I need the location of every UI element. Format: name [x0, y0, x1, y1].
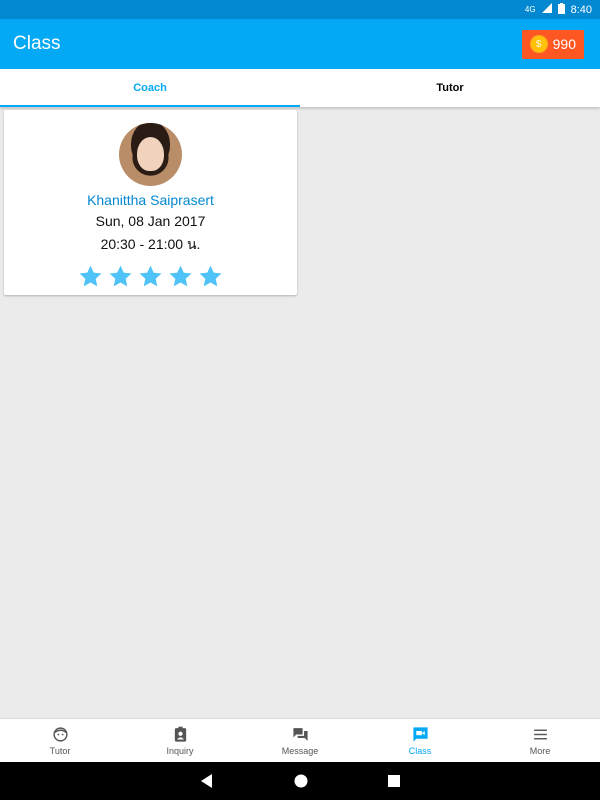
home-icon[interactable]	[294, 774, 308, 788]
nav-class[interactable]: Class	[360, 719, 480, 762]
coin-count: 990	[552, 36, 576, 52]
app-bar: Class $ 990	[0, 19, 600, 69]
back-icon[interactable]	[200, 774, 214, 788]
bottom-nav: Tutor Inquiry Message Class More	[0, 718, 600, 762]
contact-icon	[172, 726, 189, 743]
class-list: Khanittha Saiprasert Sun, 08 Jan 2017 20…	[0, 107, 600, 718]
tutor-name[interactable]: Khanittha Saiprasert	[87, 192, 214, 208]
video-icon	[412, 726, 429, 743]
nav-inquiry-label: Inquiry	[166, 745, 194, 756]
signal-icon	[541, 3, 552, 16]
star-icon	[108, 264, 133, 289]
battery-icon	[557, 2, 565, 17]
star-icon	[168, 264, 193, 289]
menu-icon	[532, 726, 549, 743]
coin-balance-button[interactable]: $ 990	[521, 29, 584, 59]
star-icon	[78, 264, 103, 289]
nav-more-label: More	[529, 745, 551, 756]
nav-inquiry[interactable]: Inquiry	[120, 719, 240, 762]
clock: 8:40	[570, 3, 592, 16]
page-title: Class	[13, 33, 61, 54]
nav-tutor[interactable]: Tutor	[0, 719, 120, 762]
class-time: 20:30 - 21:00 น.	[100, 236, 201, 252]
recents-icon[interactable]	[388, 775, 400, 787]
nav-message[interactable]: Message	[240, 719, 360, 762]
face-icon	[52, 726, 69, 743]
status-bar: 4G 8:40	[0, 0, 600, 19]
nav-class-label: Class	[408, 745, 432, 756]
class-card[interactable]: Khanittha Saiprasert Sun, 08 Jan 2017 20…	[4, 110, 297, 295]
network-label: 4G	[524, 5, 536, 14]
tab-coach[interactable]: Coach	[0, 69, 300, 107]
star-icon	[138, 264, 163, 289]
tab-bar: Coach Tutor	[0, 69, 600, 107]
nav-more[interactable]: More	[480, 719, 600, 762]
system-nav-bar	[0, 762, 600, 800]
nav-tutor-label: Tutor	[49, 745, 71, 756]
coin-icon: $	[529, 35, 548, 53]
avatar	[119, 123, 182, 186]
class-date: Sun, 08 Jan 2017	[95, 213, 206, 229]
star-icon	[198, 264, 223, 289]
chat-icon	[292, 726, 309, 743]
nav-message-label: Message	[281, 745, 319, 756]
star-rating	[78, 264, 223, 289]
tab-tutor[interactable]: Tutor	[300, 69, 600, 107]
